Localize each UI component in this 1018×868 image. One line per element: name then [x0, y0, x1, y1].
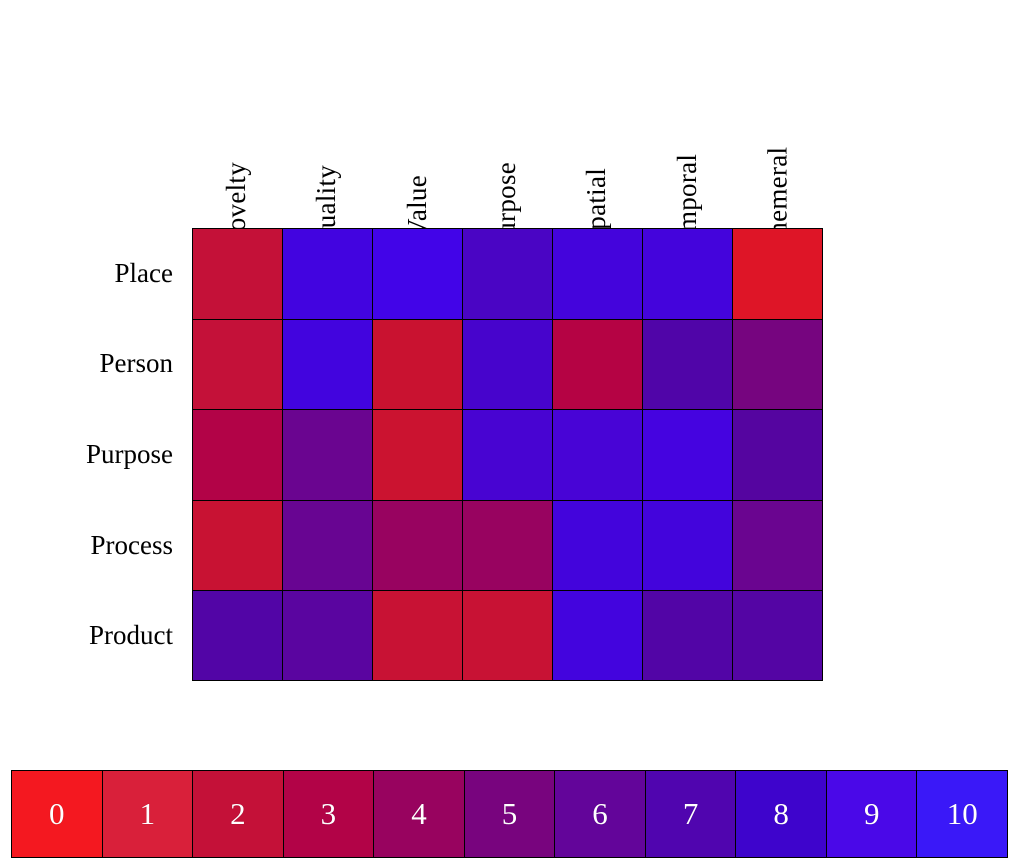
colorbar-tick-label: 7: [682, 796, 699, 831]
colorbar-tick-label: 4: [411, 796, 427, 831]
heatmap-cell: [193, 410, 282, 500]
column-header-novelty: Novelty: [192, 20, 282, 251]
colorbar-tick-label: 5: [501, 796, 518, 831]
column-header-ephemeral: Ephemeral: [733, 20, 823, 267]
heatmap-cell: [732, 229, 822, 320]
colorbar-tick: 0: [12, 771, 102, 857]
heatmap-cell: [462, 590, 552, 680]
colorbar-tick-label: 1: [139, 796, 156, 831]
colorbar-tick-label: 2: [230, 796, 246, 831]
heatmap-cell: [282, 410, 372, 500]
heatmap-cell: [462, 500, 552, 590]
heatmap-cell: [282, 229, 372, 320]
heatmap-cell: [193, 320, 282, 410]
heatmap-cell: [193, 229, 282, 320]
heatmap-cell: [282, 500, 372, 590]
row-label-purpose: Purpose: [86, 438, 173, 469]
heatmap-cell: [642, 320, 732, 410]
column-header-value: Value: [372, 20, 462, 238]
heatmap-cell: [552, 590, 642, 680]
heatmap-cell: [642, 229, 732, 320]
colorbar-tick-label: 0: [49, 796, 65, 831]
colorbar-tick: 8: [735, 771, 826, 857]
colorbar-tick-label: 6: [592, 796, 608, 831]
heatmap-cell: [462, 320, 552, 410]
heatmap-row: [193, 319, 822, 410]
row-label-axis: Place Person Purpose Process Product: [0, 228, 183, 681]
heatmap-row: [193, 409, 822, 500]
column-header-quality: Quality: [282, 20, 372, 248]
colorbar-tick-label: 3: [320, 796, 337, 831]
heatmap-cell: [732, 590, 822, 680]
colorbar-tick: 6: [554, 771, 645, 857]
heatmap-cell: [282, 320, 372, 410]
heatmap-cell: [462, 410, 552, 500]
heatmap-cell: [552, 229, 642, 320]
heatmap-cell: [552, 320, 642, 410]
heatmap-cell: [372, 320, 462, 410]
row-label-process: Process: [90, 529, 174, 560]
colorbar-tick: 5: [463, 771, 555, 857]
heatmap-cell: [462, 229, 552, 320]
column-header-axis: Novelty Quality Value Purpose Spatial Te…: [192, 20, 823, 267]
row-label-place: Place: [114, 257, 173, 288]
colorbar-tick-label: 10: [946, 796, 978, 831]
heatmap-cell: [642, 590, 732, 680]
heatmap-cell: [372, 590, 462, 680]
colorbar-tick: 4: [373, 771, 464, 857]
colorbar-tick-label: 8: [773, 796, 789, 831]
heatmap-cell: [732, 410, 822, 500]
row-label-product: Product: [89, 620, 173, 651]
heatmap-matrix: [192, 228, 823, 681]
colorbar-tick: 9: [825, 771, 917, 857]
heatmap-cell: [372, 229, 462, 320]
heatmap-cell: [552, 410, 642, 500]
heatmap-cell: [642, 410, 732, 500]
row-label-person: Person: [99, 348, 174, 379]
colorbar-tick: 3: [282, 771, 374, 857]
heatmap-cell: [732, 500, 822, 590]
heatmap-figure: Novelty Quality Value Purpose Spatial Te…: [0, 0, 1018, 868]
colorbar-tick: 7: [644, 771, 736, 857]
heatmap-cell: [193, 590, 282, 680]
heatmap-row: [193, 589, 822, 680]
colorbar-tick: 2: [192, 771, 283, 857]
colorbar-tick: 1: [101, 771, 193, 857]
column-header-purpose: Purpose: [462, 20, 552, 251]
heatmap-cell: [552, 500, 642, 590]
heatmap-cell: [642, 500, 732, 590]
colorbar-tick: 10: [916, 771, 1008, 857]
heatmap-row: [193, 229, 822, 320]
heatmap-cell: [282, 590, 372, 680]
heatmap-cell: [732, 320, 822, 410]
column-header-spatial: Spatial: [552, 20, 642, 245]
colorbar-tick-label: 9: [863, 796, 880, 831]
heatmap-cell: [372, 500, 462, 590]
column-header-temporal: Temporal: [643, 20, 733, 259]
heatmap-cell: [193, 500, 282, 590]
colorbar-legend: 0 1 2 3 4 5 6 7 8 9 10: [11, 770, 1008, 858]
heatmap-cell: [372, 410, 462, 500]
heatmap-row: [193, 499, 822, 590]
